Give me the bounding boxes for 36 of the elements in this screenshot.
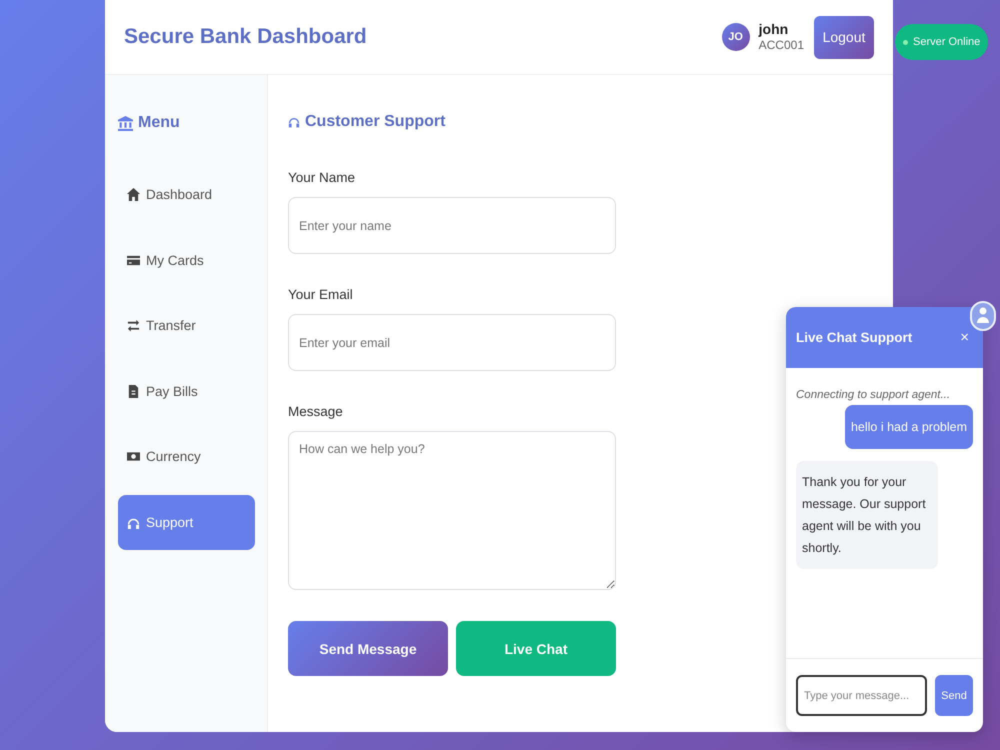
account-number: ACC001 — [758, 38, 804, 53]
banknote-icon — [127, 450, 140, 463]
input-field[interactable]: Enter your email — [288, 314, 616, 371]
user-message: hello i had a problem — [844, 405, 973, 449]
field-label: Message — [288, 403, 343, 421]
arrows-icon — [127, 319, 140, 332]
menu-title: Menu — [138, 114, 180, 132]
chat-title: Live Chat Support — [796, 330, 912, 345]
card-icon — [127, 254, 140, 266]
field-label: Your Email — [288, 286, 353, 304]
app-title: Secure Bank Dashboard — [124, 25, 367, 49]
send-message-button[interactable]: Send Message — [288, 621, 448, 676]
agent-message: Thank you for your message. Our support agent will be with you shortly. — [796, 461, 938, 569]
sidebar-item[interactable]: Support — [118, 494, 255, 550]
sidebar-item[interactable]: My Cards — [118, 232, 255, 288]
sidebar-item[interactable]: Transfer — [118, 298, 255, 353]
chat-input-field[interactable]: Type your message... — [796, 675, 927, 716]
headset-icon — [288, 116, 300, 128]
bank-icon — [118, 116, 133, 130]
status-label: Server Online — [913, 36, 980, 48]
system-message: Connecting to support agent... — [796, 388, 952, 403]
logout-button[interactable]: Logout — [814, 16, 874, 58]
sidebar-item[interactable]: Pay Bills — [118, 364, 255, 418]
person-icon[interactable] — [970, 301, 996, 331]
sidebar-item[interactable]: Currency — [118, 429, 255, 484]
user-avatar: JO — [722, 23, 750, 51]
send-button[interactable]: Send — [935, 675, 973, 716]
document-icon — [127, 384, 140, 398]
close-button[interactable]: × — [956, 329, 973, 346]
home-icon — [127, 188, 140, 201]
sidebar-item[interactable]: Dashboard — [118, 167, 255, 222]
field-label: Your Name — [288, 169, 356, 187]
section-title: Customer Support — [305, 113, 446, 131]
message-field[interactable]: How can we help you? — [288, 431, 616, 590]
user-name: john — [758, 21, 790, 38]
input-field[interactable]: Enter your name — [288, 197, 616, 254]
